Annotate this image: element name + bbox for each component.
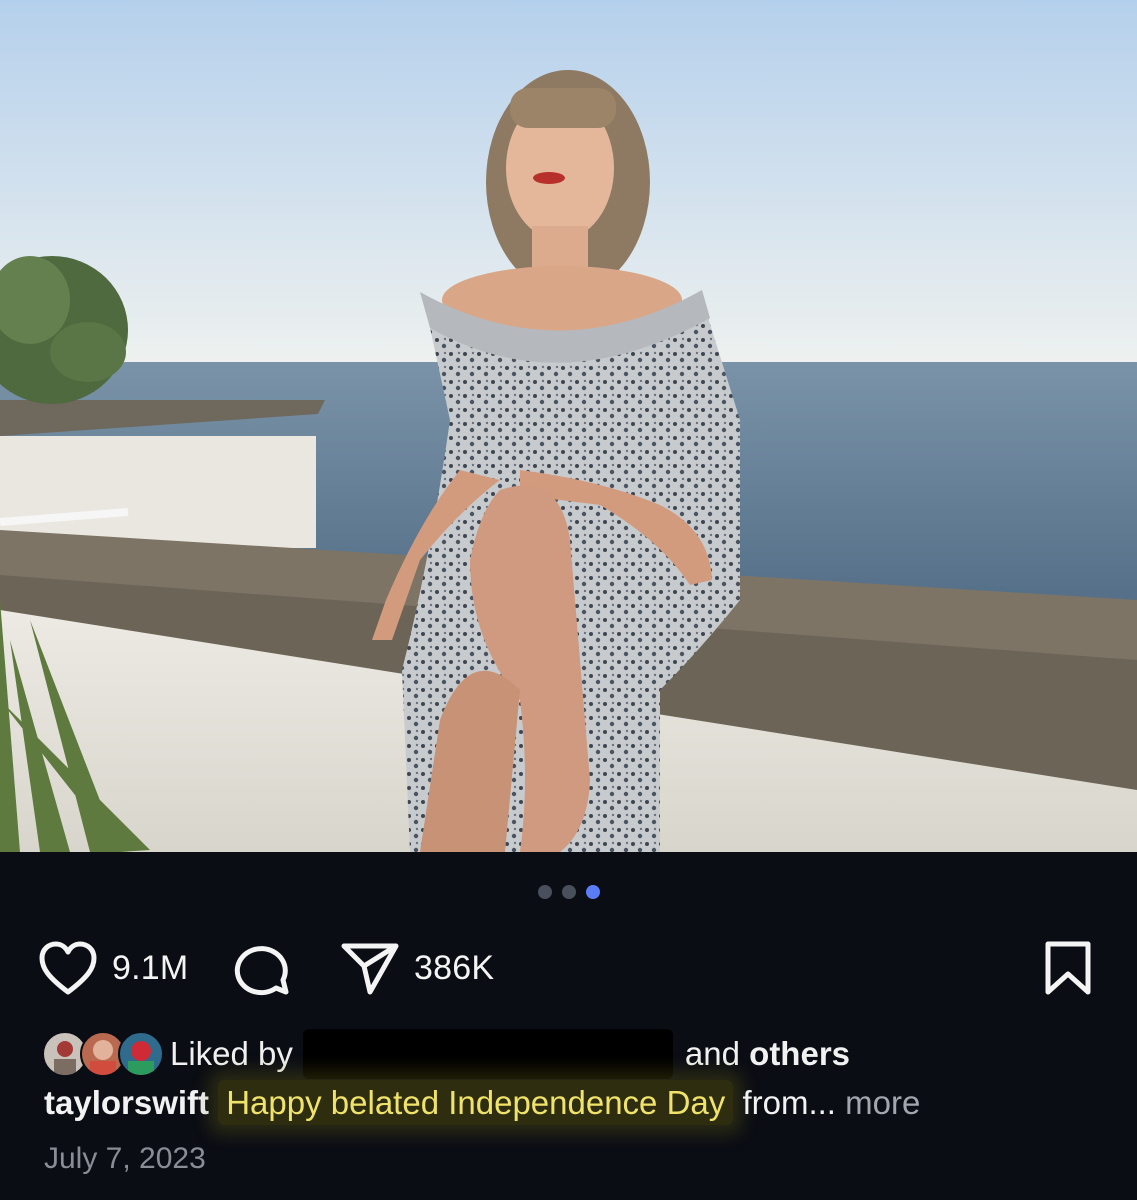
- bookmark-icon: [1045, 941, 1091, 995]
- comment-button[interactable]: [232, 940, 292, 996]
- liked-by-conjunction: and: [684, 1035, 740, 1072]
- share-button[interactable]: 386K: [340, 940, 494, 996]
- liked-by-prefix: Liked by: [170, 1035, 293, 1072]
- action-bar: 9.1M 386K: [38, 940, 1093, 996]
- caption-highlighted-text: Happy belated Independence Day: [218, 1080, 734, 1125]
- comment-bubble-icon: [234, 946, 289, 996]
- paper-plane-icon: [341, 943, 399, 995]
- caption: taylorswift Happy belated Independence D…: [44, 1080, 920, 1125]
- caption-username[interactable]: taylorswift: [44, 1084, 209, 1121]
- caption-tail: from...: [742, 1084, 836, 1121]
- carousel-dot: [561, 885, 576, 899]
- heart-icon: [39, 941, 97, 995]
- liker-avatars[interactable]: [42, 1031, 164, 1077]
- liked-by-others[interactable]: others: [749, 1035, 850, 1073]
- carousel-indicator: [0, 885, 1137, 899]
- caption-more-link[interactable]: more: [845, 1084, 920, 1121]
- post-photo[interactable]: [0, 0, 1137, 852]
- post-date: July 7, 2023: [44, 1142, 206, 1175]
- share-count: 386K: [414, 948, 495, 987]
- liked-by-row[interactable]: Liked by and others: [42, 1029, 850, 1079]
- like-button[interactable]: 9.1M: [38, 940, 188, 996]
- like-count: 9.1M: [112, 948, 189, 987]
- carousel-dot-active: [585, 885, 600, 899]
- avatar: [118, 1031, 164, 1077]
- carousel-dot: [537, 885, 552, 899]
- redacted-username: [302, 1029, 673, 1079]
- post-footer: 9.1M 386K Liked by and others taylorswif…: [0, 852, 1137, 1200]
- save-button[interactable]: [1043, 940, 1093, 996]
